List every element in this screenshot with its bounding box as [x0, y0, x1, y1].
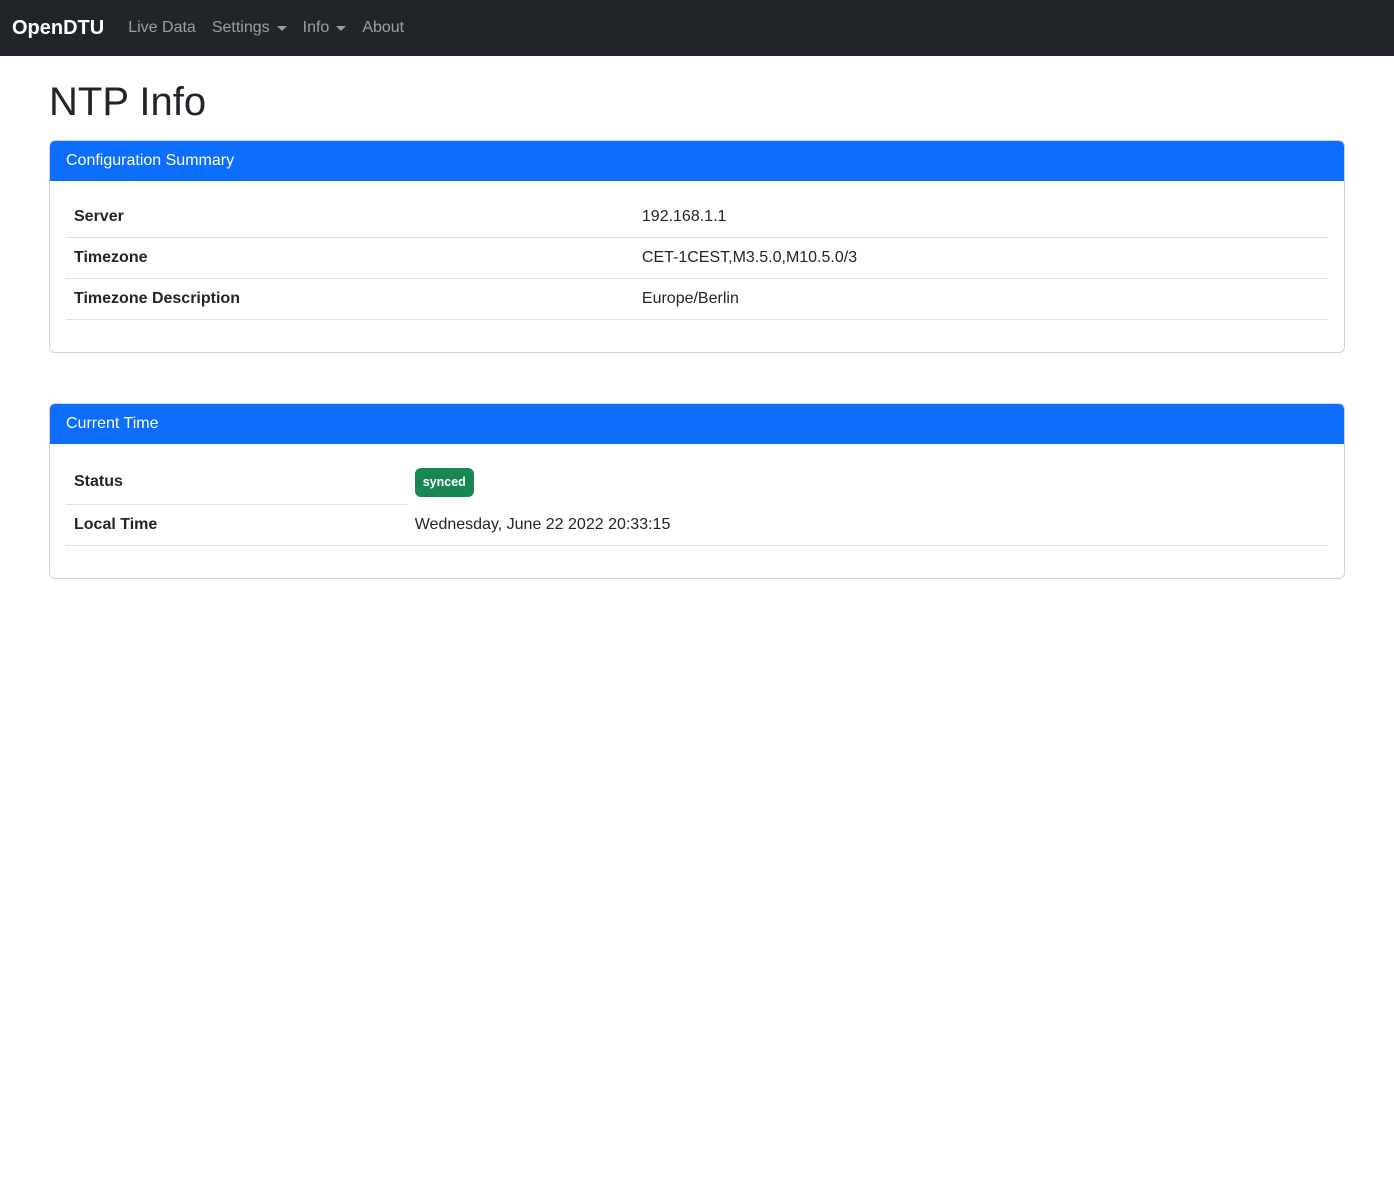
table-row-timezone: Timezone CET-1CEST,M3.5.0,M10.5.0/3: [66, 238, 1328, 279]
table-row-server: Server 192.168.1.1: [66, 197, 1328, 238]
table-row-local-time: Local Time Wednesday, June 22 2022 20:33…: [66, 505, 1328, 546]
table-row-timezone-description: Timezone Description Europe/Berlin: [66, 279, 1328, 320]
row-label: Status: [66, 460, 407, 505]
nav-item-live-data[interactable]: Live Data: [120, 8, 204, 48]
current-time-card-header: Current Time: [50, 404, 1344, 444]
navbar: OpenDTU Live Data Settings Info About: [0, 0, 1394, 56]
page-title: NTP Info: [49, 72, 1345, 132]
row-label: Timezone Description: [66, 279, 634, 320]
nav-item-settings-label: Settings: [212, 16, 270, 40]
brand-opendtu[interactable]: OpenDTU: [12, 13, 104, 43]
nav-item: Live Data: [120, 8, 204, 48]
row-value: CET-1CEST,M3.5.0,M10.5.0/3: [634, 238, 1328, 279]
main-content: NTP Info Configuration Summary Server 19…: [37, 72, 1357, 579]
nav-item: Info: [295, 8, 355, 48]
row-label: Local Time: [66, 505, 407, 546]
row-label: Server: [66, 197, 634, 238]
nav-item: About: [354, 8, 412, 48]
nav-item-about[interactable]: About: [354, 8, 412, 48]
row-value: 192.168.1.1: [634, 197, 1328, 238]
nav-item-info-label: Info: [303, 16, 330, 40]
row-label: Timezone: [66, 238, 634, 279]
status-badge: synced: [415, 468, 474, 497]
chevron-down-icon: [336, 26, 346, 31]
table-row-status: Status synced: [66, 460, 1328, 505]
nav-item: Settings: [204, 8, 295, 48]
current-time-table: Status synced Local Time Wednesday, June…: [66, 460, 1328, 546]
navbar-nav: Live Data Settings Info About: [120, 8, 412, 48]
nav-item-settings[interactable]: Settings: [204, 8, 295, 48]
row-value: Wednesday, June 22 2022 20:33:15: [407, 505, 1328, 546]
nav-item-info[interactable]: Info: [295, 8, 355, 48]
chevron-down-icon: [277, 26, 287, 31]
row-value: Europe/Berlin: [634, 279, 1328, 320]
current-time-card: Current Time Status synced Local Time We…: [49, 403, 1345, 579]
configuration-summary-table: Server 192.168.1.1 Timezone CET-1CEST,M3…: [66, 197, 1328, 320]
configuration-summary-card-body: Server 192.168.1.1 Timezone CET-1CEST,M3…: [50, 181, 1344, 352]
configuration-summary-card-header: Configuration Summary: [50, 141, 1344, 181]
row-value: synced: [407, 460, 1328, 505]
current-time-card-body: Status synced Local Time Wednesday, June…: [50, 444, 1344, 578]
configuration-summary-card: Configuration Summary Server 192.168.1.1…: [49, 140, 1345, 353]
